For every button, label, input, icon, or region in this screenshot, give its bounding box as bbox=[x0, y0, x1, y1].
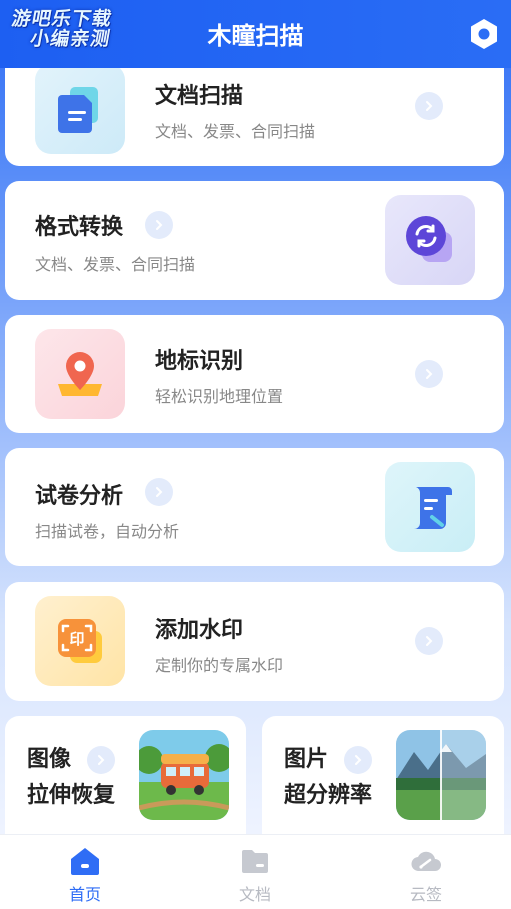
card-title: 文档扫描 bbox=[155, 84, 244, 109]
chevron-right-icon[interactable] bbox=[415, 360, 443, 388]
card-subtitle: 轻松识别地理位置 bbox=[155, 387, 284, 406]
convert-icon bbox=[385, 195, 475, 285]
cloud-sign-icon bbox=[410, 845, 442, 877]
tile-title-line1: 图像 bbox=[27, 747, 72, 772]
svg-text:印: 印 bbox=[69, 630, 84, 648]
chevron-right-icon[interactable] bbox=[415, 92, 443, 120]
bus-illustration bbox=[139, 730, 229, 820]
card-subtitle: 文档、发票、合同扫描 bbox=[155, 122, 316, 141]
tab-label: 首页 bbox=[68, 885, 101, 904]
landmark-recognition-card[interactable]: 地标识别 轻松识别地理位置 bbox=[5, 315, 504, 433]
card-subtitle: 扫描试卷，自动分析 bbox=[35, 522, 180, 541]
card-title: 添加水印 bbox=[155, 618, 244, 643]
chevron-right-icon[interactable] bbox=[415, 627, 443, 655]
card-title: 试卷分析 bbox=[35, 484, 124, 509]
chevron-right-icon[interactable] bbox=[145, 478, 173, 506]
card-subtitle: 定制你的专属水印 bbox=[155, 656, 284, 675]
chevron-right-icon[interactable] bbox=[145, 211, 173, 239]
card-title: 地标识别 bbox=[155, 349, 244, 374]
card-subtitle: 文档、发票、合同扫描 bbox=[35, 255, 196, 274]
tab-documents[interactable]: 文档 bbox=[170, 835, 340, 909]
card-title: 格式转换 bbox=[35, 215, 124, 240]
chevron-right-icon[interactable] bbox=[87, 746, 115, 774]
format-convert-card[interactable]: 格式转换 文档、发票、合同扫描 bbox=[5, 181, 504, 300]
image-stretch-restore-tile[interactable]: 图像 拉伸恢复 bbox=[5, 716, 246, 834]
app-header: 游吧乐下载 小编亲测 木瞳扫描 bbox=[0, 0, 511, 68]
tab-label: 文档 bbox=[238, 885, 271, 904]
folder-icon bbox=[239, 845, 271, 877]
mountain-landscape bbox=[396, 730, 486, 820]
image-super-resolution-tile[interactable]: 图片 超分辨率 bbox=[262, 716, 504, 834]
document-icon bbox=[35, 64, 125, 154]
location-pin-icon bbox=[35, 329, 125, 419]
tile-title-line1: 图片 bbox=[284, 747, 329, 772]
document-scan-card[interactable]: 文档扫描 文档、发票、合同扫描 bbox=[5, 52, 504, 166]
tile-title-line2: 超分辨率 bbox=[284, 783, 373, 808]
exam-analysis-card[interactable]: 试卷分析 扫描试卷，自动分析 bbox=[5, 448, 504, 566]
chevron-right-icon[interactable] bbox=[344, 746, 372, 774]
exam-scroll-icon bbox=[385, 462, 475, 552]
bottom-tab-bar: 首页 文档 云签 bbox=[0, 834, 511, 909]
stamp-icon: 印 bbox=[35, 596, 125, 686]
settings-hexagon-icon[interactable] bbox=[467, 17, 501, 51]
tab-cloud-sign[interactable]: 云签 bbox=[341, 835, 511, 909]
home-icon bbox=[69, 845, 101, 877]
app-title: 木瞳扫描 bbox=[207, 22, 304, 50]
tab-home[interactable]: 首页 bbox=[0, 835, 170, 909]
tab-label: 云签 bbox=[409, 885, 442, 904]
tile-title-line2: 拉伸恢复 bbox=[27, 783, 116, 808]
add-watermark-card[interactable]: 印 添加水印 定制你的专属水印 bbox=[5, 582, 504, 701]
